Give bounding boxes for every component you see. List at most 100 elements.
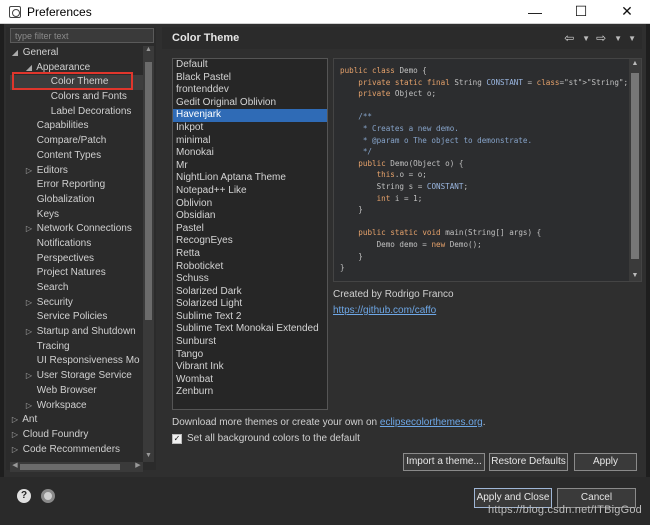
download-text: Download more themes or create your own … xyxy=(172,417,380,428)
tree-item[interactable]: ▷ Editors xyxy=(10,164,143,179)
eclipsecolorthemes-link[interactable]: eclipsecolorthemes.org xyxy=(380,417,483,428)
tree-item[interactable]: ▷ Network Connections xyxy=(10,222,143,237)
scroll-down-icon[interactable]: ▼ xyxy=(143,452,154,462)
tree-item[interactable]: Project Natures xyxy=(10,266,143,281)
tree-item[interactable]: ▷ Startup and Shutdown xyxy=(10,325,143,340)
scroll-left-icon[interactable]: ◀ xyxy=(10,461,20,469)
expand-toggle-icon[interactable]: ▷ xyxy=(24,164,34,179)
theme-list-item[interactable]: frontenddev xyxy=(173,84,327,97)
expand-toggle-icon[interactable]: ▷ xyxy=(24,369,34,384)
theme-list-item[interactable]: Wombat xyxy=(173,374,327,387)
tree-item[interactable]: Colors and Fonts xyxy=(10,90,143,105)
code-line: */ xyxy=(340,147,373,157)
back-arrow-icon[interactable]: ⇦ xyxy=(564,31,574,45)
apply-button[interactable]: Apply xyxy=(574,453,637,471)
tree-horizontal-scrollbar[interactable]: ◀ ▶ xyxy=(10,462,143,472)
close-button[interactable]: ✕ xyxy=(604,0,650,24)
tree-item[interactable]: Capabilities xyxy=(10,119,143,134)
minimize-button[interactable]: — xyxy=(512,0,558,24)
theme-list-item[interactable]: Gedit Original Oblivion xyxy=(173,97,327,110)
expand-toggle-icon[interactable]: ▷ xyxy=(24,222,34,237)
tree-item[interactable]: Label Decorations xyxy=(10,105,143,120)
tree-item[interactable]: Compare/Patch xyxy=(10,134,143,149)
theme-list-item[interactable]: minimal xyxy=(173,135,327,148)
theme-list-item[interactable]: Solarized Dark xyxy=(173,286,327,299)
scroll-thumb[interactable] xyxy=(631,73,639,259)
theme-list-item[interactable]: Havenjark xyxy=(173,109,327,122)
scroll-thumb-horizontal[interactable] xyxy=(20,464,120,470)
expand-toggle-icon[interactable]: ▷ xyxy=(24,296,34,311)
theme-list-item[interactable]: Default xyxy=(173,59,327,72)
theme-list-item[interactable]: Black Pastel xyxy=(173,72,327,85)
tree-item[interactable]: ▷ Code Recommenders xyxy=(10,443,143,458)
tree-item[interactable]: Perspectives xyxy=(10,252,143,267)
tree-item[interactable]: ▷ Workspace xyxy=(10,399,143,414)
theme-list-item[interactable]: Sublime Text 2 xyxy=(173,311,327,324)
theme-list-item[interactable]: Solarized Light xyxy=(173,298,327,311)
filter-input[interactable]: type filter text xyxy=(10,28,154,43)
preference-settings-icon[interactable] xyxy=(41,489,55,503)
scroll-up-icon[interactable]: ▲ xyxy=(143,46,154,56)
expand-toggle-icon[interactable]: ▷ xyxy=(24,399,34,414)
tree-item[interactable]: Tracing xyxy=(10,340,143,355)
tree-vertical-scrollbar[interactable]: ▲ ▼ xyxy=(143,46,154,462)
restore-defaults-button[interactable]: Restore Defaults xyxy=(489,453,568,471)
tree-item[interactable]: Notifications xyxy=(10,237,143,252)
theme-author-link[interactable]: https://github.com/caffo xyxy=(333,305,436,316)
theme-list-item[interactable]: Obsidian xyxy=(173,210,327,223)
preview-scrollbar[interactable]: ▲ ▼ xyxy=(629,59,641,281)
theme-list-item[interactable]: RecognEyes xyxy=(173,235,327,248)
view-menu-icon[interactable]: ▼ xyxy=(628,34,636,43)
expand-toggle-icon[interactable]: ◢ xyxy=(24,61,34,76)
default-background-option[interactable]: ✓ Set all background colors to the defau… xyxy=(172,433,360,444)
tree-item[interactable]: ▷ User Storage Service xyxy=(10,369,143,384)
tree-item[interactable]: ◢ Appearance xyxy=(10,61,143,76)
tree-item[interactable]: Globalization xyxy=(10,193,143,208)
scroll-right-icon[interactable]: ▶ xyxy=(133,461,143,469)
theme-list-item[interactable]: Retta xyxy=(173,248,327,261)
scroll-down-icon[interactable]: ▼ xyxy=(629,272,641,281)
theme-list-item[interactable]: Schuss xyxy=(173,273,327,286)
theme-list-item[interactable]: NightLion Aptana Theme xyxy=(173,172,327,185)
expand-toggle-icon[interactable]: ▷ xyxy=(10,443,20,458)
help-icon[interactable]: ? xyxy=(17,489,31,503)
tree-item[interactable]: Web Browser xyxy=(10,384,143,399)
theme-list-item[interactable]: Zenburn xyxy=(173,386,327,399)
theme-list-item[interactable]: Vibrant Ink xyxy=(173,361,327,374)
tree-item[interactable]: ◢ General xyxy=(10,46,143,61)
tree-item[interactable]: Keys xyxy=(10,208,143,223)
tree-item[interactable]: Content Types xyxy=(10,149,143,164)
tree-item[interactable]: ▷ Ant xyxy=(10,413,143,428)
expand-toggle-icon[interactable]: ▷ xyxy=(10,428,20,443)
theme-list[interactable]: Default Black Pastel frontenddev Gedit Orig… xyxy=(172,58,328,410)
import-theme-button[interactable]: Import a theme... xyxy=(403,453,485,471)
scroll-up-icon[interactable]: ▲ xyxy=(629,60,641,70)
theme-list-item[interactable]: Sunburst xyxy=(173,336,327,349)
expand-toggle-icon[interactable]: ▷ xyxy=(10,413,20,428)
tree-item[interactable]: ▷ Cloud Foundry xyxy=(10,428,143,443)
theme-list-item[interactable]: Oblivion xyxy=(173,198,327,211)
scroll-thumb[interactable] xyxy=(145,62,152,320)
tree-item[interactable]: Search xyxy=(10,281,143,296)
theme-list-item[interactable]: Monokai xyxy=(173,147,327,160)
tree-item[interactable]: Error Reporting xyxy=(10,178,143,193)
tree-item-label: Globalization xyxy=(34,193,95,205)
tree-item[interactable]: UI Responsiveness Mo xyxy=(10,354,143,369)
expand-toggle-icon[interactable]: ▷ xyxy=(24,325,34,340)
tree-item[interactable]: Service Policies xyxy=(10,310,143,325)
theme-list-item[interactable]: Sublime Text Monokai Extended xyxy=(173,323,327,336)
theme-list-item[interactable]: Mr xyxy=(173,160,327,173)
theme-list-item[interactable]: Notepad++ Like xyxy=(173,185,327,198)
forward-dropdown-icon[interactable]: ▼ xyxy=(614,34,622,43)
theme-list-item[interactable]: Roboticket xyxy=(173,261,327,274)
expand-toggle-icon[interactable]: ◢ xyxy=(10,46,20,61)
theme-list-item[interactable]: Inkpot xyxy=(173,122,327,135)
tree-item[interactable]: Color Theme xyxy=(10,75,143,91)
default-background-checkbox[interactable]: ✓ xyxy=(172,433,182,444)
tree-item[interactable]: ▷ Security xyxy=(10,296,143,311)
maximize-button[interactable]: ☐ xyxy=(558,0,604,24)
theme-list-item[interactable]: Pastel xyxy=(173,223,327,236)
theme-list-item[interactable]: Tango xyxy=(173,349,327,362)
back-dropdown-icon[interactable]: ▼ xyxy=(582,34,590,43)
forward-arrow-icon[interactable]: ⇨ xyxy=(596,31,606,45)
